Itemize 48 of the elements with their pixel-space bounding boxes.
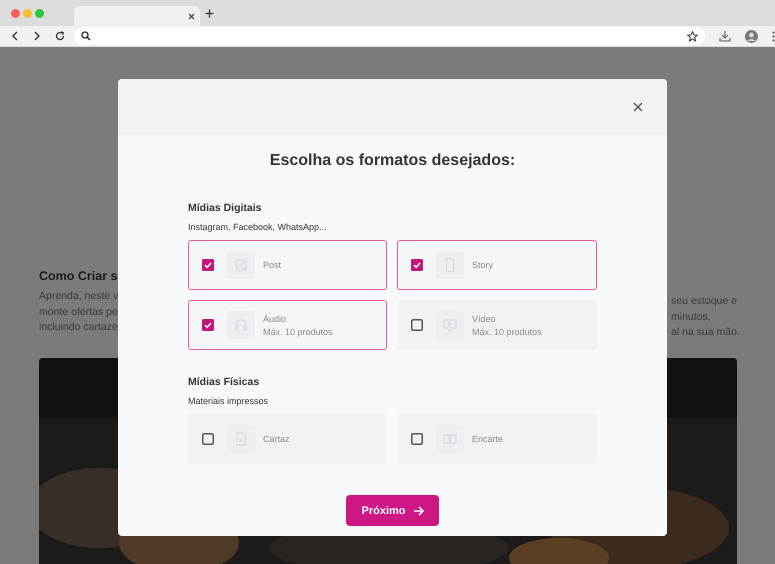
forward-icon[interactable] [32,31,41,41]
back-icon[interactable] [11,31,19,41]
close-icon[interactable] [633,102,643,112]
checkbox[interactable] [411,259,423,271]
article-text: monte ofertas pe [39,304,118,320]
new-tab-icon[interactable] [205,8,214,18]
format-option[interactable]: Áudio Máx. 10 produtos [188,300,387,350]
option-label: Vídeo [472,314,497,324]
download-icon[interactable] [719,30,732,42]
section-title: Mídias Físicas [188,376,260,389]
option-label: Post [263,260,282,270]
format-option[interactable]: Story [397,240,597,290]
article-text: minutos, [671,310,712,324]
section-subtitle: Instagram, Facebook, WhatsApp... [188,222,328,233]
arrow-right-icon [412,506,424,516]
option-label: Áudio [263,314,288,324]
checkbox[interactable] [202,433,214,445]
headphones-icon [227,311,255,339]
article-heading: Como Criar s [39,269,118,283]
option-note: Máx. 10 produtos [263,326,333,336]
article-text: al na sua mão. [671,325,740,340]
close-tab-icon[interactable] [188,12,195,20]
profile-icon[interactable] [745,30,758,42]
option-label: Cartaz [263,434,290,444]
article-text: seu estoque e [671,294,738,309]
option-label: Encarte [472,434,504,444]
checkbox[interactable] [411,433,423,445]
star-icon[interactable] [687,30,698,42]
format-option[interactable]: Cartaz [188,414,387,464]
next-button[interactable]: Próximo [346,495,439,526]
section-title: Mídias Digitais [188,202,263,215]
checkbox[interactable] [202,319,214,331]
format-option[interactable]: Vídeo Máx. 10 produtos [397,300,597,350]
checkbox[interactable] [202,259,214,271]
phone-icon [436,251,464,279]
format-option[interactable]: Encarte [397,414,597,464]
format-option[interactable]: Post [188,240,387,290]
dialog-title: Escolha os formatos desejados: [268,151,516,171]
section-subtitle: Materiais impressos [188,396,270,407]
option-label: Story [472,260,494,270]
image-icon [227,251,255,279]
more-icon[interactable] [772,30,775,42]
search-icon [80,31,91,41]
checkbox[interactable] [411,319,423,331]
article-text: Aprenda, neste v [39,289,118,304]
option-note: Máx. 10 produtos [472,326,542,336]
reload-icon[interactable] [54,31,65,41]
article-text: incluindo cartaze [39,320,118,335]
